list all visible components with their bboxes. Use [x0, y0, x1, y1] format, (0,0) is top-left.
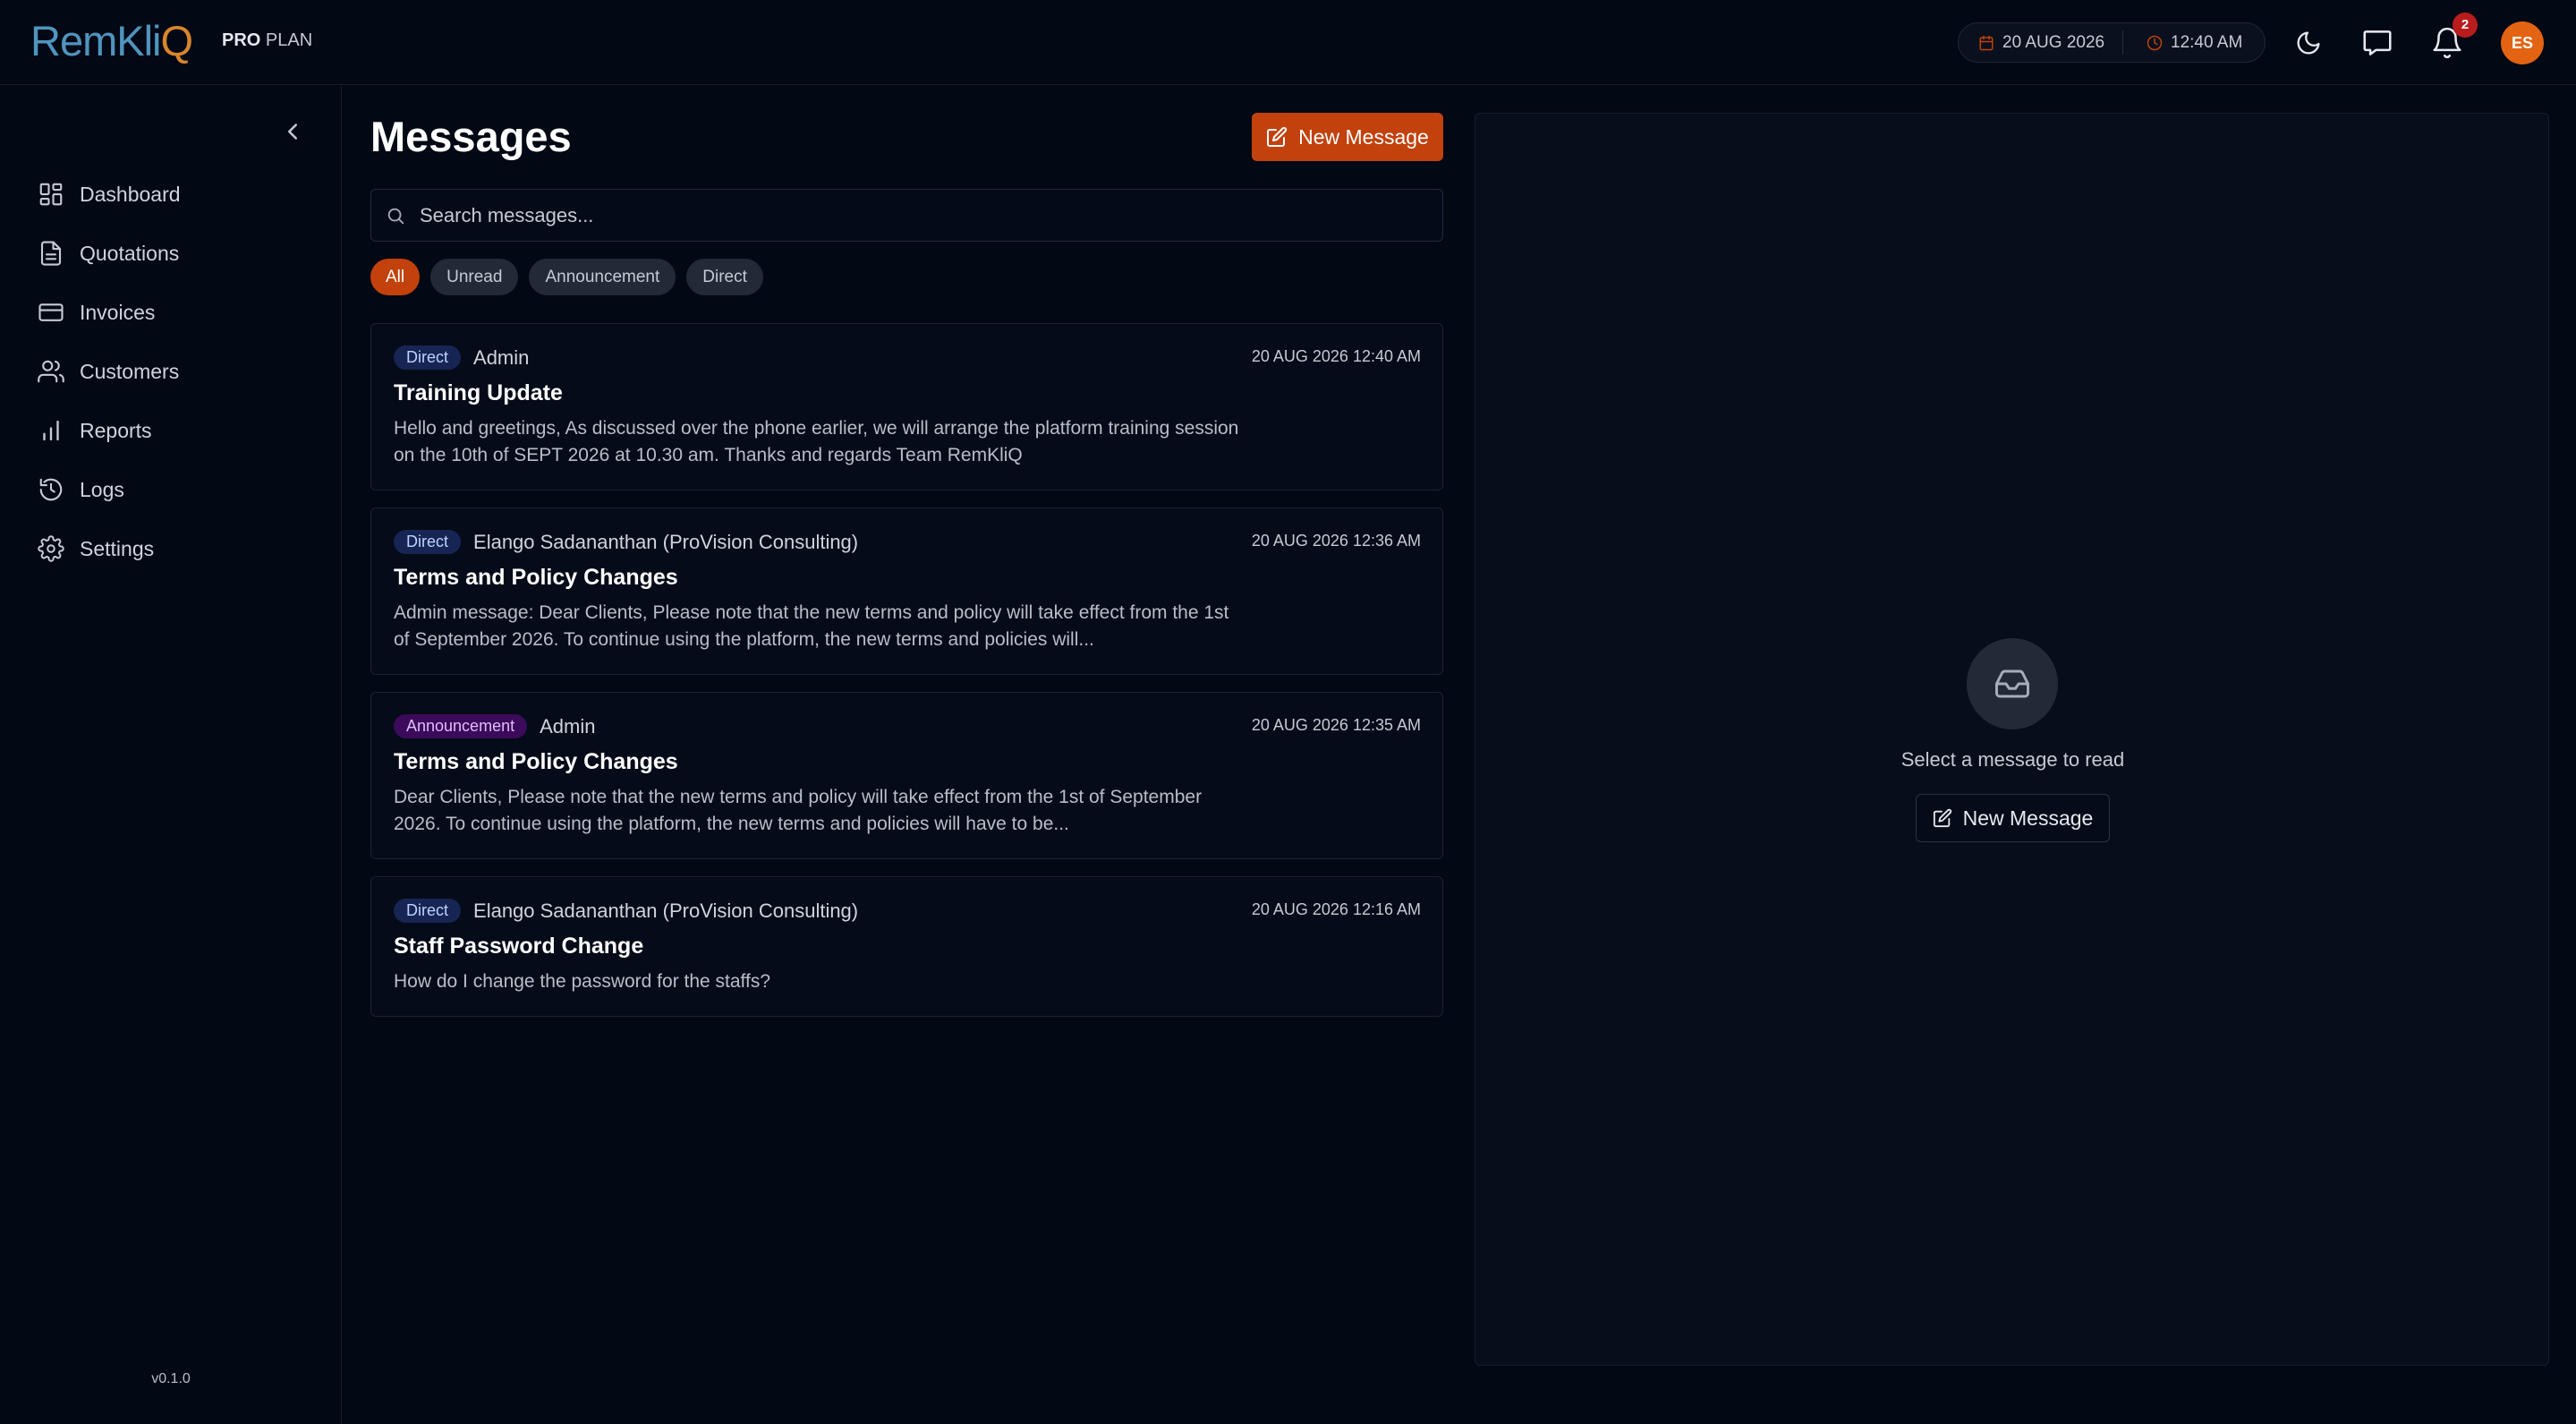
message-preview: Hello and greetings, As discussed over t… [394, 418, 1239, 465]
message-time: 20 AUG 2026 12:40 AM [1251, 347, 1421, 365]
sidebar-item-customers[interactable]: Customers [27, 349, 322, 394]
history-icon [38, 476, 64, 503]
sidebar-item-settings[interactable]: Settings [27, 526, 322, 571]
edit-icon [1266, 126, 1288, 148]
calendar-icon [1978, 35, 1994, 51]
sidebar-item-invoices[interactable]: Invoices [27, 290, 322, 335]
message-tag: Direct [394, 899, 462, 923]
notification-badge: 2 [2453, 13, 2478, 38]
sidebar-item-logs[interactable]: Logs [27, 467, 322, 512]
chevron-left-icon[interactable] [279, 118, 306, 145]
message-sender: Elango Sadananthan (ProVision Consulting… [473, 530, 859, 553]
message-time: 20 AUG 2026 12:16 AM [1251, 900, 1421, 918]
message-item[interactable]: Direct Admin 20 AUG 2026 12:40 AM Traini… [370, 323, 1443, 490]
message-preview: Admin message: Dear Clients, Please note… [394, 602, 1229, 650]
card-icon [38, 299, 64, 326]
message-item[interactable]: Direct Elango Sadananthan (ProVision Con… [370, 507, 1443, 675]
search-bar [370, 189, 1443, 242]
message-tag: Direct [394, 345, 462, 370]
document-icon [38, 240, 64, 267]
users-icon [38, 358, 64, 385]
top-bar: RemKliQ PRO PLAN 20 AUG 2026 12:40 AM 2 … [0, 0, 2576, 85]
chat-icon[interactable] [2360, 26, 2394, 60]
message-subject: Terms and Policy Changes [394, 565, 678, 590]
search-input[interactable] [420, 203, 1404, 227]
message-sender: Elango Sadananthan (ProVision Consulting… [473, 899, 859, 922]
clock-icon [2147, 35, 2163, 51]
empty-state-text: Select a message to read [1900, 748, 2125, 771]
sidebar-item-reports[interactable]: Reports [27, 408, 322, 453]
sidebar-item-quotations[interactable]: Quotations [27, 231, 322, 276]
date-time-pill: 20 AUG 2026 12:40 AM [1958, 22, 2266, 63]
moon-icon[interactable] [2291, 26, 2325, 60]
sidebar-item-label: Dashboard [80, 182, 181, 206]
gear-icon [38, 535, 64, 562]
detail-new-message-button[interactable]: New Message [1916, 794, 2110, 842]
sidebar: Dashboard Quotations Invoices Customers … [0, 85, 342, 1424]
filter-direct[interactable]: Direct [686, 259, 763, 295]
message-sender: Admin [540, 714, 596, 738]
current-date: 20 AUG 2026 [2002, 33, 2105, 52]
logo[interactable]: RemKliQ [30, 16, 193, 65]
plan-label: PRO PLAN [222, 30, 313, 50]
version-label: v0.1.0 [151, 1371, 191, 1386]
sidebar-item-label: Quotations [80, 241, 180, 265]
message-tag: Announcement [394, 714, 528, 738]
search-icon [386, 206, 405, 226]
sidebar-item-label: Settings [80, 536, 155, 560]
detail-new-message-label: New Message [1962, 806, 2094, 830]
current-time: 12:40 AM [2171, 33, 2243, 52]
message-preview: How do I change the password for the sta… [394, 971, 771, 992]
message-time: 20 AUG 2026 12:35 AM [1251, 716, 1421, 734]
sidebar-item-label: Logs [80, 477, 124, 501]
message-sender: Admin [473, 345, 530, 369]
sidebar-item-label: Reports [80, 418, 152, 442]
message-preview: Dear Clients, Please note that the new t… [394, 787, 1203, 834]
message-time: 20 AUG 2026 12:36 AM [1251, 532, 1421, 550]
inbox-icon [1967, 638, 2058, 729]
message-item[interactable]: Direct Elango Sadananthan (ProVision Con… [370, 876, 1443, 1017]
filter-chips: All Unread Announcement Direct [370, 259, 763, 295]
page-title: Messages [370, 113, 572, 160]
dashboard-icon [38, 181, 64, 208]
message-subject: Terms and Policy Changes [394, 749, 678, 774]
filter-announcement[interactable]: Announcement [529, 259, 676, 295]
edit-icon [1933, 808, 1952, 828]
message-item[interactable]: Announcement Admin 20 AUG 2026 12:35 AM … [370, 692, 1443, 859]
filter-unread[interactable]: Unread [430, 259, 519, 295]
filter-all[interactable]: All [370, 259, 421, 295]
message-detail-pane: Select a message to read New Message [1475, 113, 2549, 1366]
sidebar-item-label: Invoices [80, 300, 156, 324]
new-message-label: New Message [1298, 124, 1429, 149]
avatar[interactable]: ES [2501, 21, 2544, 64]
bar-chart-icon [38, 417, 64, 444]
sidebar-item-label: Customers [80, 359, 180, 383]
message-tag: Direct [394, 530, 462, 554]
message-subject: Training Update [394, 380, 563, 405]
sidebar-item-dashboard[interactable]: Dashboard [27, 172, 322, 217]
new-message-button[interactable]: New Message [1252, 113, 1443, 161]
message-subject: Staff Password Change [394, 934, 644, 959]
